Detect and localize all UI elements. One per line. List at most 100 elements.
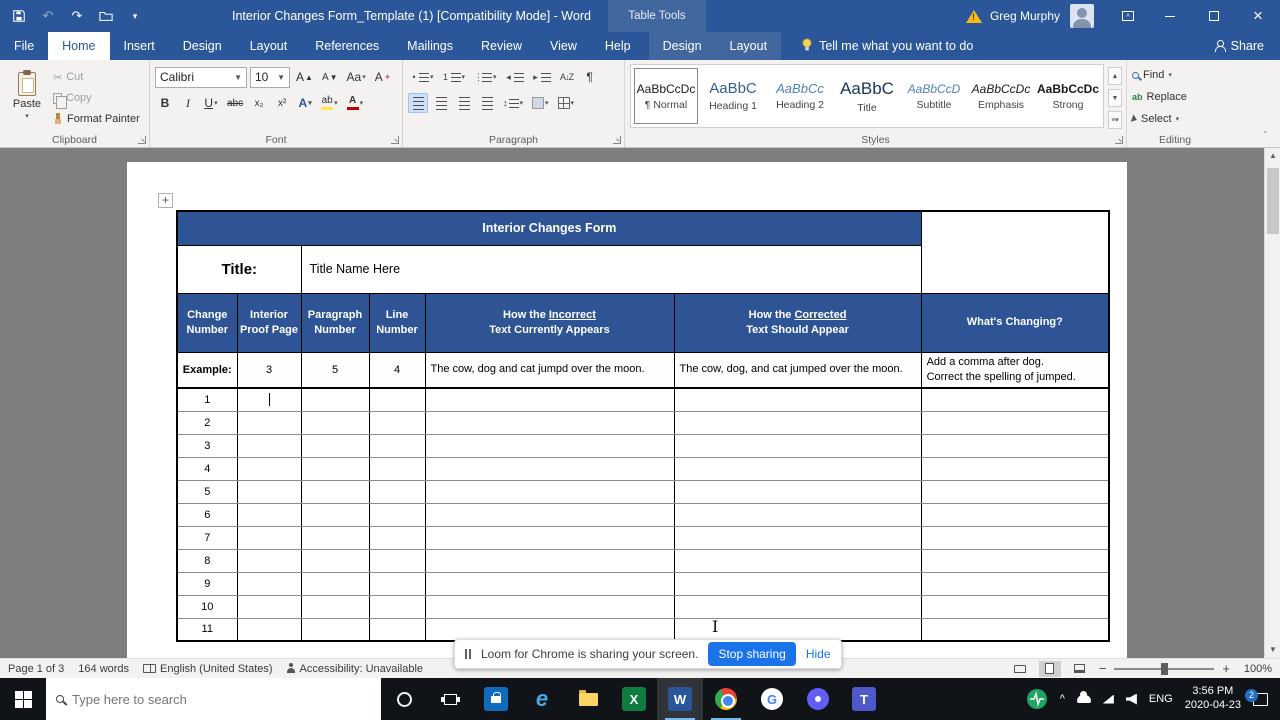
close-button[interactable]: × [1236, 0, 1280, 32]
empty-cell[interactable] [920, 433, 1110, 458]
styles-scroll-down-icon[interactable]: ▼ [1108, 89, 1122, 107]
undo-icon[interactable]: ↶ [39, 7, 57, 25]
empty-cell[interactable] [368, 387, 426, 412]
grow-font-button[interactable]: A ▲ [293, 67, 316, 87]
empty-cell[interactable] [424, 525, 675, 550]
replace-button[interactable]: ab Replace [1132, 88, 1218, 106]
document-page[interactable]: + Interior Changes Form Title: Title Nam… [127, 162, 1127, 658]
warning-icon[interactable]: ! [965, 9, 982, 23]
save-icon[interactable] [10, 7, 28, 25]
line-spacing-button[interactable]: ↕ ▾ [500, 93, 526, 113]
zoom-slider[interactable] [1114, 662, 1215, 675]
empty-cell[interactable] [368, 433, 426, 458]
onedrive-cloud-icon[interactable] [1076, 691, 1091, 703]
empty-cell[interactable] [920, 548, 1110, 573]
row-number-cell[interactable]: 1 [176, 387, 238, 412]
empty-cell[interactable] [236, 525, 302, 550]
example-corrected-cell[interactable]: The cow, dog, and cat jumped over the mo… [673, 351, 922, 389]
empty-cell[interactable] [424, 410, 675, 435]
scroll-up-icon[interactable]: ▲ [1265, 148, 1280, 164]
empty-cell[interactable] [424, 594, 675, 619]
row-number-cell[interactable]: 7 [176, 525, 238, 550]
empty-cell[interactable] [368, 617, 426, 642]
empty-cell[interactable] [920, 410, 1110, 435]
action-center-icon[interactable]: 2 [1245, 688, 1268, 706]
word-count[interactable]: 164 words [78, 663, 129, 675]
loom-taskbar-button[interactable] [795, 678, 841, 720]
row-number-cell[interactable]: 6 [176, 502, 238, 527]
network-icon[interactable] [1102, 694, 1114, 704]
find-button[interactable]: Find ▾ [1132, 66, 1218, 84]
empty-cell[interactable] [300, 548, 370, 573]
page-indicator[interactable]: Page 1 of 3 [8, 663, 64, 675]
empty-cell[interactable] [673, 456, 922, 481]
header-change-number[interactable]: Change Number [176, 292, 238, 353]
multilevel-list-button[interactable]: ⋮ ▾ [471, 67, 500, 87]
empty-cell[interactable] [673, 548, 922, 573]
empty-cell[interactable] [424, 548, 675, 573]
empty-cell[interactable] [300, 479, 370, 504]
empty-cell[interactable] [673, 479, 922, 504]
shading-button[interactable]: ▾ [529, 93, 552, 113]
header-interior-proof-page[interactable]: Interior Proof Page [236, 292, 302, 353]
empty-cell[interactable] [368, 548, 426, 573]
header-line-number[interactable]: Line Number [368, 292, 426, 353]
read-mode-button[interactable] [1009, 661, 1031, 677]
style-heading1[interactable]: AaBbC Heading 1 [701, 68, 765, 124]
tab-references[interactable]: References [301, 32, 393, 60]
sort-button[interactable]: A↓Z [557, 67, 577, 87]
increase-indent-button[interactable]: ▸ [530, 67, 554, 87]
avatar[interactable] [1070, 4, 1094, 28]
highlight-button[interactable]: ab ▾ [318, 93, 341, 113]
align-right-button[interactable] [454, 93, 474, 113]
empty-cell[interactable] [424, 502, 675, 527]
empty-cell[interactable] [236, 571, 302, 596]
cortana-button[interactable] [381, 678, 427, 720]
tab-design[interactable]: Design [169, 32, 236, 60]
corner-empty-cell[interactable] [920, 210, 1110, 294]
start-button[interactable] [0, 678, 46, 720]
open-icon[interactable] [97, 7, 115, 25]
empty-cell[interactable] [673, 594, 922, 619]
zoom-slider-thumb[interactable] [1161, 662, 1169, 675]
style-emphasis[interactable]: AaBbCcDc Emphasis [969, 68, 1033, 124]
empty-cell[interactable] [424, 433, 675, 458]
row-number-cell[interactable]: 5 [176, 479, 238, 504]
title-label-cell[interactable]: Title: [176, 244, 302, 294]
tab-review[interactable]: Review [467, 32, 536, 60]
tab-mailings[interactable]: Mailings [393, 32, 467, 60]
example-incorrect-cell[interactable]: The cow, dog and cat jumpd over the moon… [424, 351, 675, 389]
numbering-button[interactable]: 1 ▾ [440, 67, 469, 87]
cut-button[interactable]: ✂ Cut [53, 68, 140, 86]
empty-cell[interactable] [300, 594, 370, 619]
empty-cell[interactable] [368, 502, 426, 527]
table-move-handle-icon[interactable]: + [158, 193, 173, 208]
empty-cell[interactable] [300, 387, 370, 412]
subscript-button[interactable]: x₂ [249, 93, 269, 113]
chrome-taskbar-button[interactable] [703, 678, 749, 720]
form-title-cell[interactable]: Interior Changes Form [176, 210, 922, 246]
style-strong[interactable]: AaBbCcDc Strong [1036, 68, 1100, 124]
paste-button[interactable]: Paste ▾ [5, 64, 49, 128]
align-center-button[interactable] [431, 93, 451, 113]
empty-cell[interactable] [424, 456, 675, 481]
tab-table-layout[interactable]: Layout [716, 32, 782, 60]
teams-taskbar-button[interactable]: T [841, 678, 887, 720]
row-number-cell[interactable]: 8 [176, 548, 238, 573]
styles-scroll-up-icon[interactable]: ▲ [1108, 67, 1122, 85]
example-changing-cell[interactable]: Add a comma after dog. Correct the spell… [920, 351, 1110, 389]
redo-icon[interactable]: ↷ [68, 7, 86, 25]
g-app-taskbar-button[interactable]: G [749, 678, 795, 720]
scroll-down-icon[interactable]: ▼ [1265, 642, 1280, 658]
text-effects-button[interactable]: A ▾ [295, 93, 315, 113]
title-value-cell[interactable]: Title Name Here [300, 244, 922, 294]
empty-cell[interactable] [673, 410, 922, 435]
zoom-in-icon[interactable]: + [1222, 661, 1230, 676]
row-number-cell[interactable]: 3 [176, 433, 238, 458]
empty-cell[interactable] [424, 479, 675, 504]
font-size-combo[interactable]: 10 ▼ [250, 66, 290, 88]
font-color-button[interactable]: A ▾ [344, 93, 367, 113]
empty-cell[interactable] [920, 617, 1110, 642]
header-corrected-text[interactable]: How the Corrected Text Should Appear [673, 292, 922, 353]
empty-cell[interactable] [920, 502, 1110, 527]
